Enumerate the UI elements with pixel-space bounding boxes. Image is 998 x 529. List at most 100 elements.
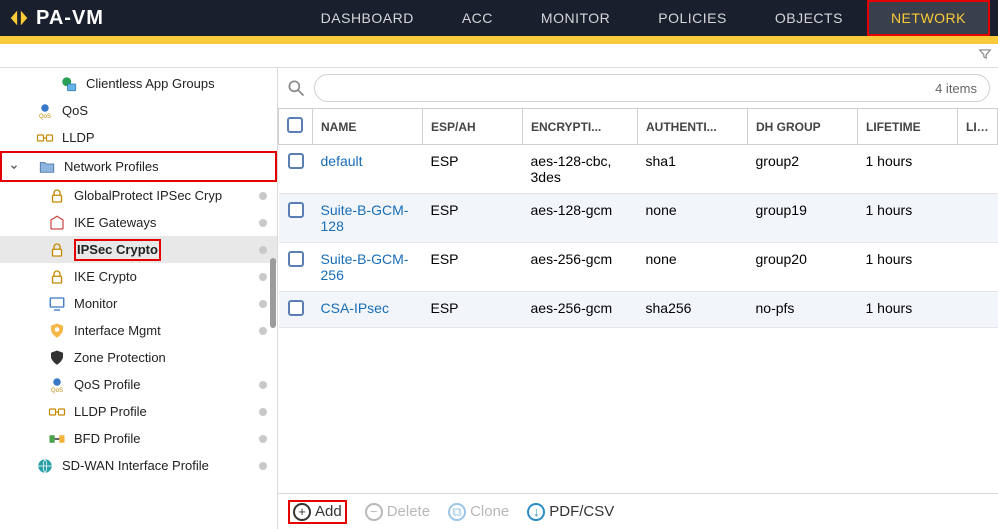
sidebar-item-label: Interface Mgmt xyxy=(74,323,161,338)
filter-icon[interactable] xyxy=(978,47,992,64)
tab-monitor[interactable]: MONITOR xyxy=(517,0,634,36)
sidebar-item-zone-protection[interactable]: Zone Protection xyxy=(0,344,277,371)
item-count: 4 items xyxy=(935,81,977,96)
sidebar-item-monitor-prof[interactable]: Monitor xyxy=(0,290,277,317)
sidebar-item-lldp[interactable]: LLDP xyxy=(0,124,277,151)
table-header-row: NAME ESP/AH ENCRYPTI... AUTHENTI... DH G… xyxy=(279,109,998,145)
sidebar-item-ike-gateways[interactable]: IKE Gateways xyxy=(0,209,277,236)
status-dot xyxy=(259,381,267,389)
col-encryption[interactable]: ENCRYPTI... xyxy=(523,109,638,145)
delete-button[interactable]: − Delete xyxy=(365,503,430,521)
sidebar-item-label: Zone Protection xyxy=(74,350,166,365)
tab-policies[interactable]: POLICIES xyxy=(634,0,751,36)
cell-lifesize xyxy=(958,292,998,328)
sidebar-item-qos-profile[interactable]: QoSQoS Profile xyxy=(0,371,277,398)
col-lifesize[interactable]: LIFE xyxy=(958,109,998,145)
accent-bar xyxy=(0,36,998,44)
add-button[interactable]: + Add xyxy=(288,500,347,524)
tab-acc[interactable]: ACC xyxy=(438,0,517,36)
sidebar-item-label: IKE Gateways xyxy=(74,215,156,230)
col-checkbox[interactable] xyxy=(279,109,313,145)
row-checkbox[interactable] xyxy=(288,300,304,316)
cell-lifetime: 1 hours xyxy=(858,292,958,328)
sidebar-item-label: QoS Profile xyxy=(74,377,140,392)
table-row[interactable]: default ESP aes-128-cbc, 3des sha1 group… xyxy=(279,145,998,194)
row-checkbox[interactable] xyxy=(288,153,304,169)
minus-icon: − xyxy=(365,503,383,521)
globe-icon xyxy=(36,457,54,475)
col-authentication[interactable]: AUTHENTI... xyxy=(638,109,748,145)
table-row[interactable]: Suite-B-GCM-128 ESP aes-128-gcm none gro… xyxy=(279,194,998,243)
status-dot xyxy=(259,435,267,443)
cell-authentication: sha1 xyxy=(638,145,748,194)
cell-lifetime: 1 hours xyxy=(858,194,958,243)
sidebar-item-gp-ipsec-crypto[interactable]: GlobalProtect IPSec Cryp xyxy=(0,182,277,209)
sidebar-item-network-profiles[interactable]: Network Profiles xyxy=(2,153,275,180)
sidebar-item-qos[interactable]: QoSQoS xyxy=(0,97,277,124)
sidebar-scrollbar-thumb[interactable] xyxy=(270,258,276,328)
sidebar-item-ike-crypto[interactable]: IKE Crypto xyxy=(0,263,277,290)
search-icon[interactable] xyxy=(284,76,308,100)
profile-name-link[interactable]: Suite-B-GCM-256 xyxy=(321,251,409,283)
sidebar-item-label: Monitor xyxy=(74,296,117,311)
sidebar-item-label: BFD Profile xyxy=(74,431,140,446)
sidebar-scrollbar-track xyxy=(270,68,278,493)
shield-icon xyxy=(48,349,66,367)
lock-icon xyxy=(48,268,66,286)
row-checkbox[interactable] xyxy=(288,251,304,267)
cell-dhgroup: group2 xyxy=(748,145,858,194)
folder-icon xyxy=(38,158,56,176)
plus-icon: + xyxy=(293,503,311,521)
sidebar-item-sdwan-interface-profile[interactable]: SD-WAN Interface Profile xyxy=(0,452,277,479)
sidebar-item-label: LLDP xyxy=(62,130,95,145)
tab-dashboard[interactable]: DASHBOARD xyxy=(297,0,438,36)
add-label: Add xyxy=(315,503,342,520)
profile-name-link[interactable]: Suite-B-GCM-128 xyxy=(321,202,409,234)
nav-tabs: DASHBOARD ACC MONITOR POLICIES OBJECTS N… xyxy=(297,0,990,36)
col-dhgroup[interactable]: DH GROUP xyxy=(748,109,858,145)
qos-icon: QoS xyxy=(36,102,54,120)
profile-name-link[interactable]: default xyxy=(321,153,363,169)
table-row[interactable]: Suite-B-GCM-256 ESP aes-256-gcm none gro… xyxy=(279,243,998,292)
col-espah[interactable]: ESP/AH xyxy=(423,109,523,145)
sidebar-item-ipsec-crypto[interactable]: IPSec Crypto xyxy=(0,236,277,263)
chevron-down-icon xyxy=(8,161,20,173)
search-input[interactable]: 4 items xyxy=(314,74,990,102)
status-dot xyxy=(259,273,267,281)
sidebar-item-clientless-app-groups[interactable]: Clientless App Groups xyxy=(0,70,277,97)
brand-logo: PA-VM xyxy=(8,7,104,30)
cell-encryption: aes-128-cbc, 3des xyxy=(523,145,638,194)
status-dot xyxy=(259,327,267,335)
sidebar-item-label: Network Profiles xyxy=(64,159,159,174)
brand-name: PA-VM xyxy=(36,7,104,30)
pdfcsv-label: PDF/CSV xyxy=(549,503,614,520)
tab-network[interactable]: NETWORK xyxy=(867,0,990,36)
cell-dhgroup: group20 xyxy=(748,243,858,292)
cell-dhgroup: group19 xyxy=(748,194,858,243)
sidebar-item-lldp-profile[interactable]: LLDP Profile xyxy=(0,398,277,425)
main-panel: 4 items NAME ESP/AH ENCRYPTI... AUTHENTI… xyxy=(278,68,998,529)
row-checkbox[interactable] xyxy=(288,202,304,218)
sidebar-item-label: SD-WAN Interface Profile xyxy=(62,458,209,473)
table-toolbar: + Add − Delete ⧉ Clone ↓ PDF/CSV xyxy=(278,493,998,529)
globe-stack-icon xyxy=(60,75,78,93)
sidebar-item-bfd-profile[interactable]: BFD Profile xyxy=(0,425,277,452)
cell-authentication: sha256 xyxy=(638,292,748,328)
col-name[interactable]: NAME xyxy=(313,109,423,145)
cell-dhgroup: no-pfs xyxy=(748,292,858,328)
profile-name-link[interactable]: CSA-IPsec xyxy=(321,300,389,316)
tab-objects[interactable]: OBJECTS xyxy=(751,0,867,36)
sidebar-item-interface-mgmt[interactable]: Interface Mgmt xyxy=(0,317,277,344)
top-nav-bar: PA-VM DASHBOARD ACC MONITOR POLICIES OBJ… xyxy=(0,0,998,36)
sidebar: Clientless App GroupsQoSQoS LLDP Network P… xyxy=(0,68,278,529)
sidebar-item-label: GlobalProtect IPSec Cryp xyxy=(74,188,222,203)
crypto-profile-table: NAME ESP/AH ENCRYPTI... AUTHENTI... DH G… xyxy=(278,108,998,328)
status-dot xyxy=(259,246,267,254)
sidebar-item-label: IPSec Crypto xyxy=(74,239,161,261)
col-lifetime[interactable]: LIFETIME xyxy=(858,109,958,145)
clone-button[interactable]: ⧉ Clone xyxy=(448,503,509,521)
pdfcsv-button[interactable]: ↓ PDF/CSV xyxy=(527,503,614,521)
gateway-icon xyxy=(48,214,66,232)
cell-encryption: aes-256-gcm xyxy=(523,243,638,292)
table-row[interactable]: CSA-IPsec ESP aes-256-gcm sha256 no-pfs … xyxy=(279,292,998,328)
